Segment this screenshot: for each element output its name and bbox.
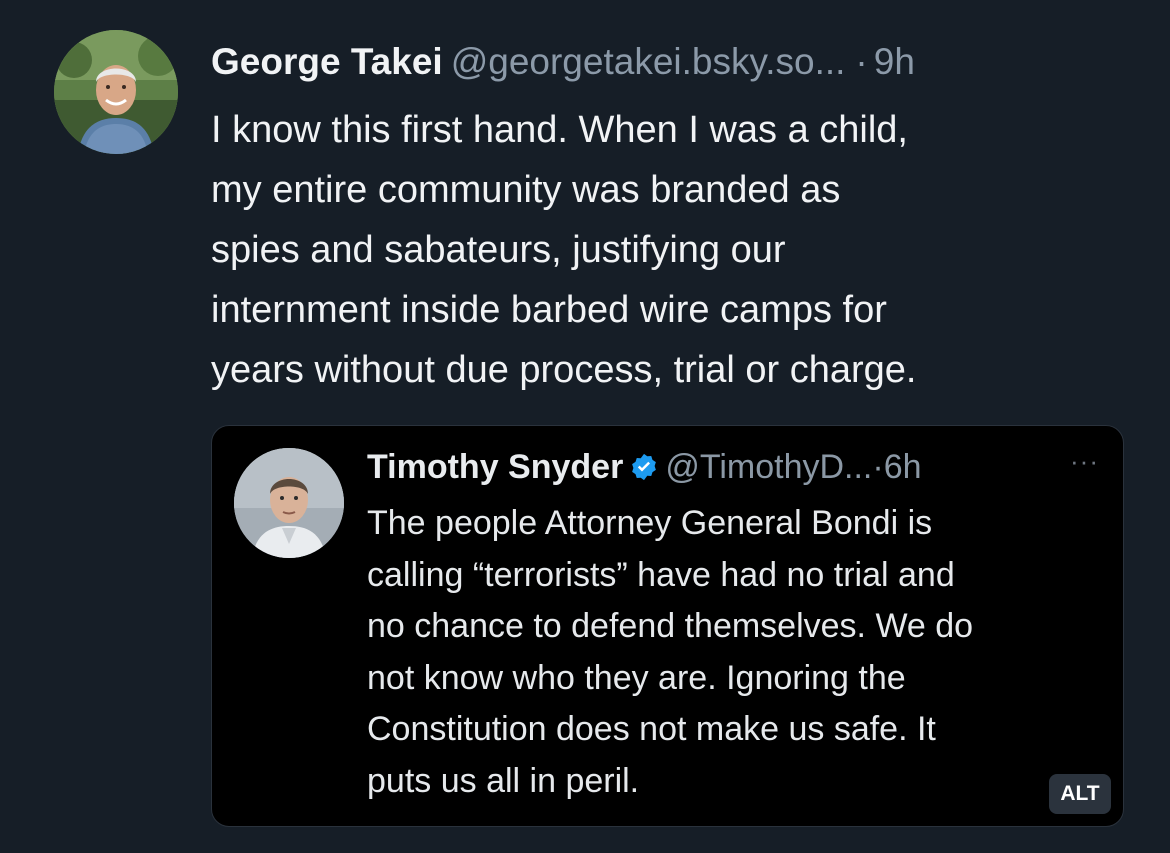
verified-badge-icon	[632, 453, 657, 481]
author-handle[interactable]: @georgetakei.bsky.so...	[451, 41, 846, 82]
embed-timestamp: ·6h	[872, 448, 922, 486]
separator-dot: ·	[855, 41, 868, 82]
embedded-image[interactable]: Timothy Snyder @TimothyD...·6h ··· The pe…	[211, 425, 1124, 827]
post-timestamp[interactable]: 9h	[874, 41, 915, 82]
more-options-icon: ···	[1070, 446, 1099, 476]
alt-text-button[interactable]: ALT	[1049, 774, 1111, 814]
embed-text: The people Attorney General Bondi is cal…	[367, 504, 974, 800]
post-text: I know this first hand. When I was a chi…	[211, 109, 917, 391]
post: George Takei @georgetakei.bsky.so... · 9h I…	[0, 0, 1170, 853]
avatar-icon	[54, 30, 178, 154]
embed-header: Timothy Snyder @TimothyD...·6h	[367, 444, 922, 490]
embed-author-handle: @TimothyD...	[665, 448, 873, 486]
embed-avatar-icon	[234, 448, 344, 558]
author-display-name[interactable]: George Takei	[211, 41, 443, 82]
post-header: George Takei @georgetakei.bsky.so... · 9h	[211, 38, 1131, 86]
embed-author-avatar	[234, 448, 344, 558]
embed-author-name: Timothy Snyder	[367, 448, 624, 486]
author-avatar[interactable]	[54, 30, 178, 154]
